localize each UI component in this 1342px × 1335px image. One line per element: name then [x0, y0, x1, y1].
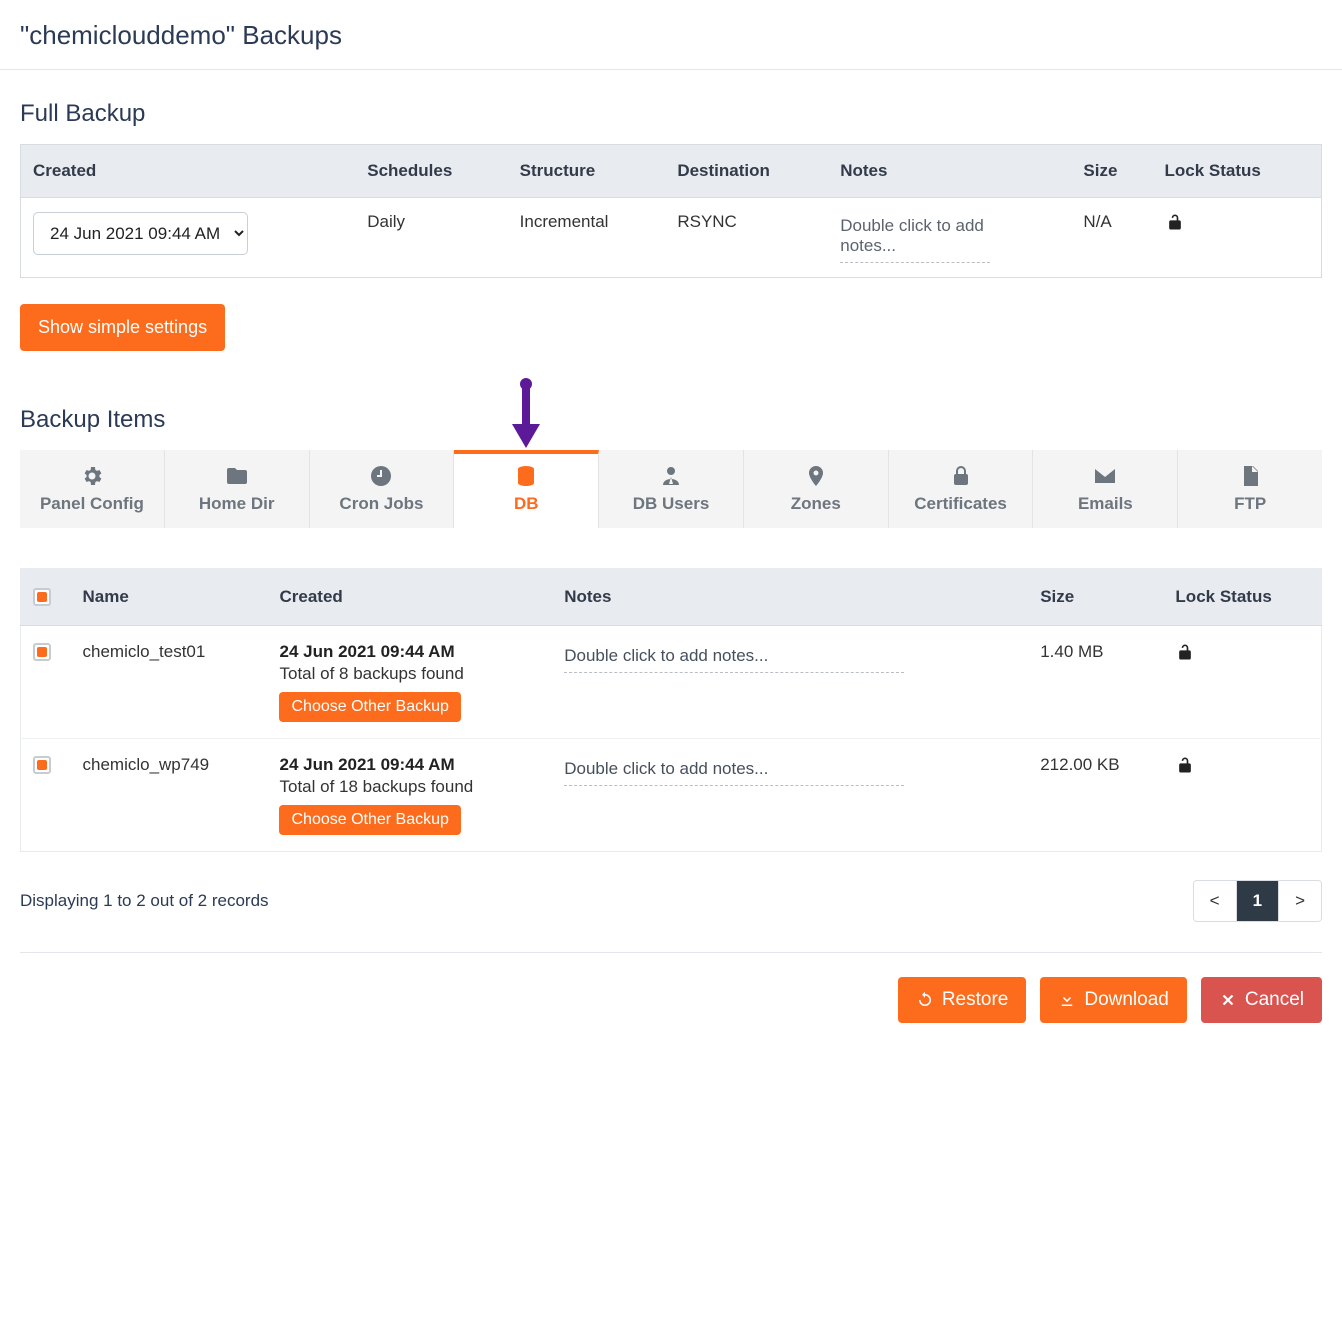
- map-pin-icon: [748, 464, 884, 490]
- col-lock: Lock Status: [1153, 145, 1322, 198]
- full-backup-table: Created Schedules Structure Destination …: [20, 144, 1322, 278]
- table-row: chemiclo_wp749 24 Jun 2021 09:44 AM Tota…: [21, 739, 1322, 852]
- tab-emails[interactable]: Emails: [1033, 450, 1178, 528]
- page-current-button[interactable]: 1: [1237, 881, 1279, 921]
- show-simple-settings-button[interactable]: Show simple settings: [20, 304, 225, 351]
- cell-name: chemiclo_wp749: [71, 739, 268, 852]
- close-icon: [1219, 991, 1237, 1009]
- database-icon: [458, 464, 594, 490]
- full-backup-heading: Full Backup: [20, 100, 1322, 128]
- restore-button[interactable]: Restore: [898, 977, 1027, 1023]
- unlock-icon[interactable]: [1165, 217, 1185, 236]
- download-icon: [1058, 991, 1076, 1009]
- col-schedules: Schedules: [355, 145, 507, 198]
- tab-label: Cron Jobs: [339, 494, 423, 513]
- tab-label: DB: [514, 494, 539, 513]
- records-display-text: Displaying 1 to 2 out of 2 records: [20, 891, 269, 911]
- cell-size: 212.00 KB: [1028, 739, 1163, 852]
- tab-ftp[interactable]: FTP: [1178, 450, 1322, 528]
- cell-created-sub: Total of 18 backups found: [279, 777, 540, 797]
- pagination: < 1 >: [1193, 880, 1322, 922]
- col-created: Created: [21, 145, 356, 198]
- user-tie-icon: [603, 464, 739, 490]
- divider: [0, 69, 1342, 70]
- page-next-button[interactable]: >: [1279, 881, 1321, 921]
- col-name: Name: [71, 569, 268, 626]
- col-size: Size: [1028, 569, 1163, 626]
- tab-label: Emails: [1078, 494, 1133, 513]
- row-checkbox[interactable]: [33, 756, 51, 774]
- clock-icon: [314, 464, 450, 490]
- cell-size: 1.40 MB: [1028, 626, 1163, 739]
- choose-other-backup-button[interactable]: Choose Other Backup: [279, 805, 460, 835]
- tab-db-users[interactable]: DB Users: [599, 450, 744, 528]
- col-notes: Notes: [552, 569, 1028, 626]
- tab-zones[interactable]: Zones: [744, 450, 889, 528]
- notes-editable[interactable]: Double click to add notes...: [840, 212, 990, 263]
- col-destination: Destination: [665, 145, 828, 198]
- tab-db[interactable]: DB: [454, 450, 599, 528]
- col-structure: Structure: [508, 145, 666, 198]
- folder-icon: [169, 464, 305, 490]
- backup-item-tabs: Panel Config Home Dir Cron Jobs DB DB Us…: [20, 450, 1322, 528]
- unlock-icon[interactable]: [1175, 760, 1195, 779]
- tab-cron-jobs[interactable]: Cron Jobs: [310, 450, 455, 528]
- file-icon: [1182, 464, 1318, 490]
- cell-size: N/A: [1071, 198, 1152, 278]
- tab-label: Home Dir: [199, 494, 275, 513]
- row-checkbox[interactable]: [33, 643, 51, 661]
- col-size: Size: [1071, 145, 1152, 198]
- tab-label: Panel Config: [40, 494, 144, 513]
- cell-created-date: 24 Jun 2021 09:44 AM: [279, 755, 540, 775]
- table-row: chemiclo_test01 24 Jun 2021 09:44 AM Tot…: [21, 626, 1322, 739]
- cell-structure: Incremental: [508, 198, 666, 278]
- choose-other-backup-button[interactable]: Choose Other Backup: [279, 692, 460, 722]
- col-lock: Lock Status: [1163, 569, 1321, 626]
- tab-certificates[interactable]: Certificates: [889, 450, 1034, 528]
- col-notes: Notes: [828, 145, 1071, 198]
- refresh-icon: [916, 991, 934, 1009]
- cancel-button[interactable]: Cancel: [1201, 977, 1322, 1023]
- page-prev-button[interactable]: <: [1194, 881, 1237, 921]
- col-created: Created: [267, 569, 552, 626]
- unlock-icon[interactable]: [1175, 647, 1195, 666]
- gear-icon: [24, 464, 160, 490]
- tab-label: DB Users: [633, 494, 710, 513]
- download-button[interactable]: Download: [1040, 977, 1187, 1023]
- tab-label: Zones: [791, 494, 841, 513]
- tab-label: FTP: [1234, 494, 1266, 513]
- backup-items-heading: Backup Items: [20, 406, 1322, 434]
- page-title: "chemiclouddemo" Backups: [20, 20, 1322, 51]
- cell-created-date: 24 Jun 2021 09:44 AM: [279, 642, 540, 662]
- tab-home-dir[interactable]: Home Dir: [165, 450, 310, 528]
- select-all-checkbox[interactable]: [33, 588, 51, 606]
- envelope-icon: [1037, 464, 1173, 490]
- lock-icon: [893, 464, 1029, 490]
- cell-schedules: Daily: [355, 198, 507, 278]
- notes-editable[interactable]: Double click to add notes...: [564, 642, 904, 673]
- cell-destination: RSYNC: [665, 198, 828, 278]
- cell-created-sub: Total of 8 backups found: [279, 664, 540, 684]
- cell-name: chemiclo_test01: [71, 626, 268, 739]
- created-date-select[interactable]: 24 Jun 2021 09:44 AM: [33, 212, 248, 255]
- tab-panel-config[interactable]: Panel Config: [20, 450, 165, 528]
- tab-label: Certificates: [914, 494, 1007, 513]
- notes-editable[interactable]: Double click to add notes...: [564, 755, 904, 786]
- backup-items-table: Name Created Notes Size Lock Status chem…: [20, 568, 1322, 852]
